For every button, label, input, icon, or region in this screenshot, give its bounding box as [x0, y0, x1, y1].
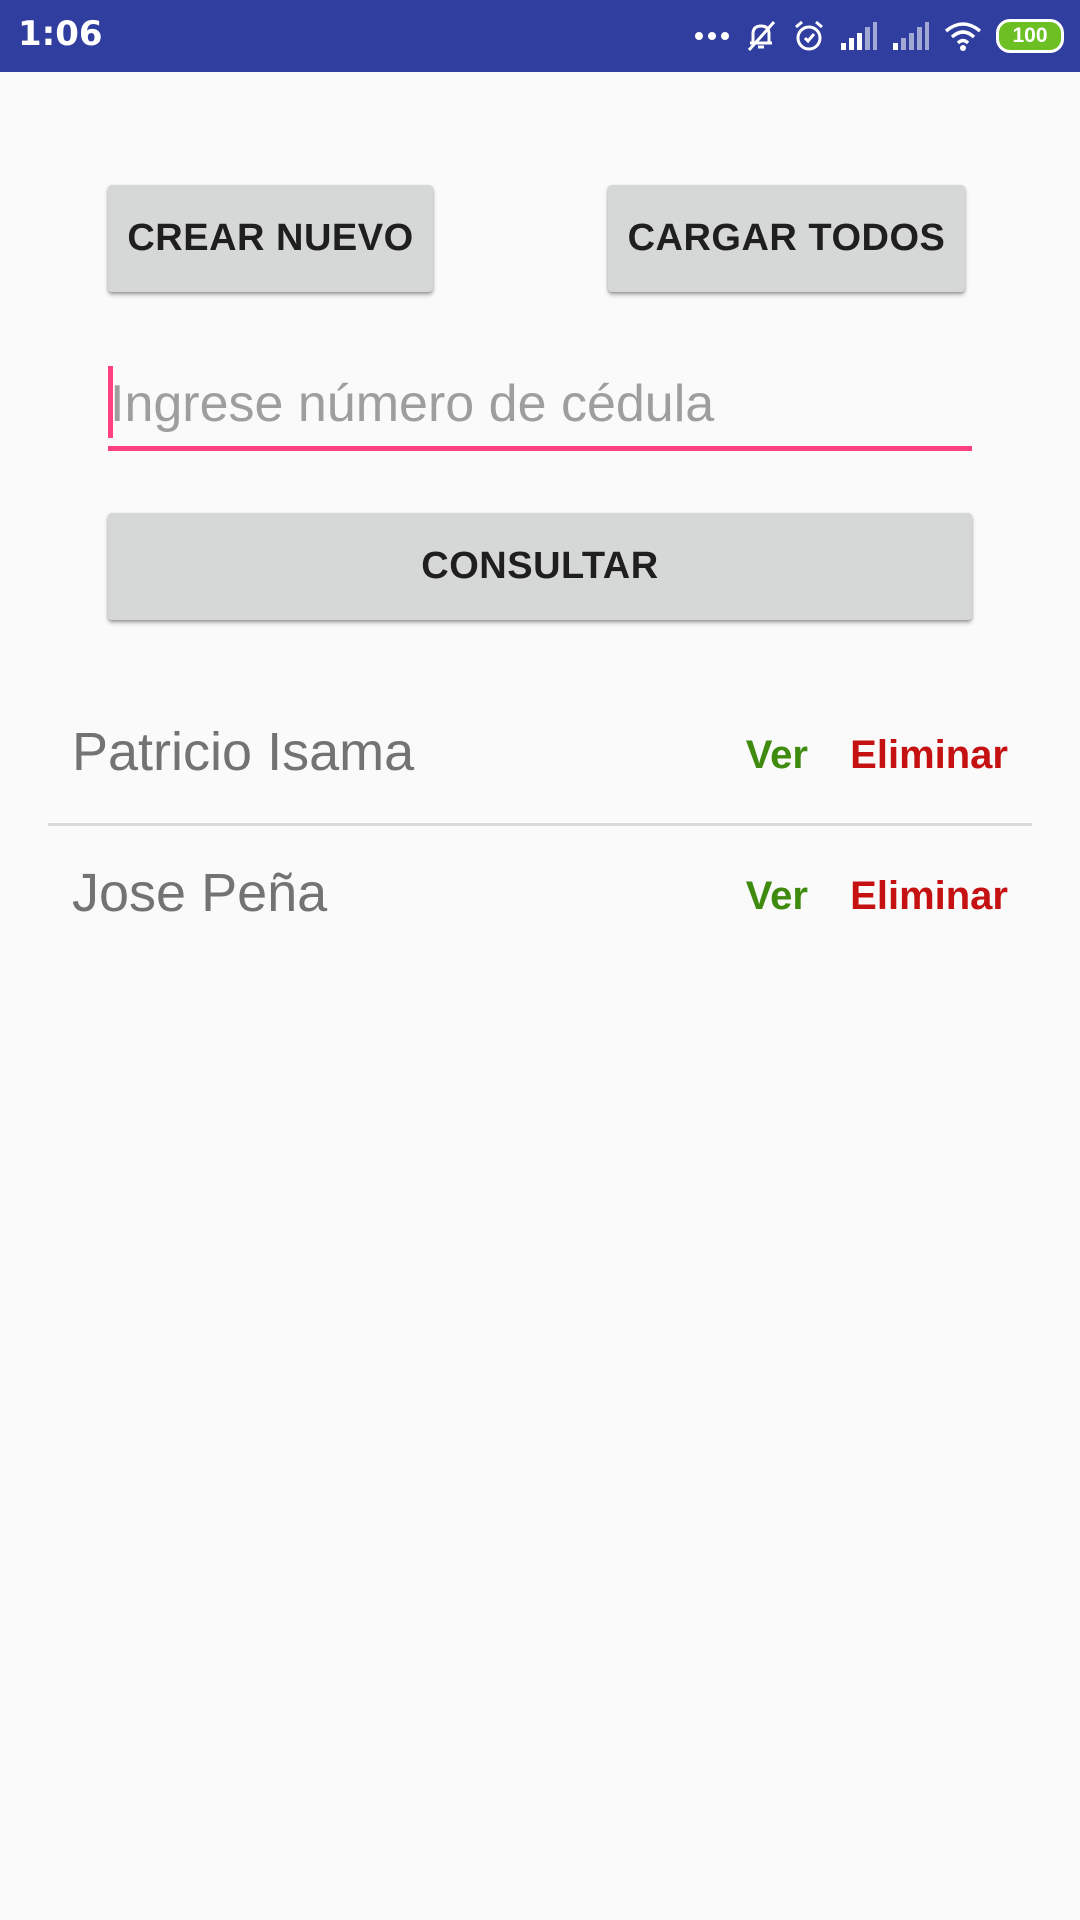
more-dots-icon — [694, 30, 730, 42]
person-list: Patricio Isama Ver Eliminar Jose Peña Ve… — [48, 685, 1032, 964]
status-icons: 100 — [680, 12, 1064, 60]
delete-button[interactable]: Eliminar — [850, 733, 1008, 778]
input-underline — [108, 446, 972, 451]
person-name: Patricio Isama — [72, 722, 415, 782]
load-all-button[interactable]: CARGAR TODOS — [608, 185, 965, 292]
id-number-field[interactable] — [108, 362, 974, 452]
create-new-button[interactable]: CREAR NUEVO — [108, 185, 433, 292]
consult-button[interactable]: CONSULTAR — [108, 513, 972, 620]
status-bar: 1:06 100 — [0, 0, 1080, 72]
list-item: Patricio Isama Ver Eliminar — [48, 685, 1032, 826]
signal-icon — [892, 21, 930, 51]
app-screen: 1:06 100 CREAR NUEVO CARGAR TODOS Ingres… — [0, 0, 1080, 1920]
battery-level: 100 — [996, 19, 1064, 53]
alarm-icon — [792, 19, 826, 53]
wifi-icon — [944, 21, 982, 51]
signal-icon — [840, 21, 878, 51]
list-item: Jose Peña Ver Eliminar — [48, 826, 1032, 964]
view-button[interactable]: Ver — [746, 874, 808, 919]
id-number-input[interactable] — [108, 362, 974, 446]
view-button[interactable]: Ver — [746, 733, 808, 778]
battery-icon: 100 — [996, 19, 1064, 53]
person-name: Jose Peña — [72, 863, 328, 923]
status-time: 1:06 — [18, 14, 103, 54]
delete-button[interactable]: Eliminar — [850, 874, 1008, 919]
silent-bell-icon — [744, 19, 778, 53]
